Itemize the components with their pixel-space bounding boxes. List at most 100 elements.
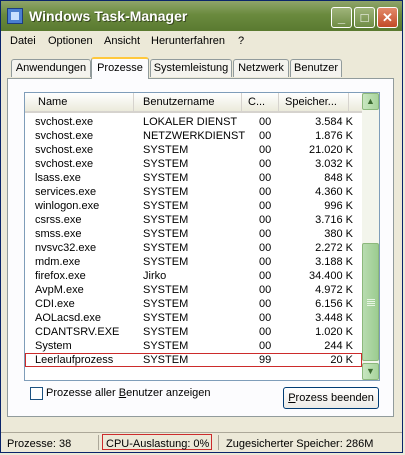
column-header-cpu[interactable]: C... bbox=[242, 93, 279, 111]
username-cell: SYSTEM bbox=[143, 228, 189, 240]
cpu-cell: 00 bbox=[259, 242, 272, 254]
username-cell: SYSTEM bbox=[143, 242, 189, 254]
cpu-cell: 00 bbox=[259, 144, 272, 156]
memory-cell: 1.876 K bbox=[315, 130, 353, 142]
process-name-cell: CDI.exe bbox=[35, 298, 75, 310]
tab-prozesse[interactable]: Prozesse bbox=[91, 57, 149, 79]
status-separator bbox=[218, 435, 219, 450]
table-row[interactable]: Leerlaufprozess SYSTEM 99 20 K bbox=[25, 353, 362, 367]
cpu-cell: 00 bbox=[259, 228, 272, 240]
table-row[interactable]: smss.exe SYSTEM 00 380 K bbox=[25, 227, 362, 241]
cpu-cell: 00 bbox=[259, 200, 272, 212]
username-cell: SYSTEM bbox=[143, 200, 189, 212]
username-cell: SYSTEM bbox=[143, 214, 189, 226]
username-cell: SYSTEM bbox=[143, 340, 189, 352]
process-rows: svchost.exe LOKALER DIENST 00 3.584 Ksvchos… bbox=[25, 115, 362, 367]
table-row[interactable]: csrss.exe SYSTEM 00 3.716 K bbox=[25, 213, 362, 227]
cpu-cell: 00 bbox=[259, 172, 272, 184]
status-cpu-usage: CPU-Auslastung: 0% bbox=[106, 438, 210, 450]
menu-ansicht[interactable]: Ansicht bbox=[104, 35, 140, 47]
tab-systemleistung[interactable]: Systemleistung bbox=[150, 59, 232, 77]
vertical-scrollbar[interactable]: ▲ ▼ bbox=[362, 93, 379, 380]
table-row[interactable]: mdm.exe SYSTEM 00 3.188 K bbox=[25, 255, 362, 269]
minimize-button[interactable]: _ bbox=[331, 7, 352, 28]
process-name-cell: services.exe bbox=[35, 186, 97, 198]
table-row[interactable]: svchost.exe LOKALER DIENST 00 3.584 K bbox=[25, 115, 362, 129]
process-name-cell: lsass.exe bbox=[35, 172, 81, 184]
memory-cell: 4.360 K bbox=[315, 186, 353, 198]
memory-cell: 380 K bbox=[324, 228, 353, 240]
table-row[interactable]: lsass.exe SYSTEM 00 848 K bbox=[25, 171, 362, 185]
grip-line bbox=[367, 299, 375, 300]
menu-herunterfahren[interactable]: Herunterfahren bbox=[151, 35, 225, 47]
table-row[interactable]: nvsvc32.exe SYSTEM 00 2.272 K bbox=[25, 241, 362, 255]
table-row[interactable]: CDANTSRV.EXE SYSTEM 00 1.020 K bbox=[25, 325, 362, 339]
menu-bar: Datei Optionen Ansicht Herunterfahren ? bbox=[1, 31, 402, 51]
username-cell: Jirko bbox=[143, 270, 167, 282]
username-cell: SYSTEM bbox=[143, 186, 189, 198]
table-row[interactable]: svchost.exe NETZWERKDIENST 00 1.876 K bbox=[25, 129, 362, 143]
task-manager-window: Windows Task-Manager _ □ ✕ Datei Optione… bbox=[0, 0, 403, 453]
memory-cell: 34.400 K bbox=[308, 270, 353, 282]
memory-cell: 3.584 K bbox=[315, 116, 353, 128]
table-row[interactable]: CDI.exe SYSTEM 00 6.156 K bbox=[25, 297, 362, 311]
cpu-cell: 00 bbox=[259, 158, 272, 170]
process-name-cell: svchost.exe bbox=[35, 144, 94, 156]
column-header-name[interactable]: Name bbox=[25, 93, 134, 111]
menu-optionen[interactable]: Optionen bbox=[48, 35, 93, 47]
memory-cell: 4.972 K bbox=[315, 284, 353, 296]
username-cell: SYSTEM bbox=[143, 284, 189, 296]
process-name-cell: AOLacsd.exe bbox=[35, 312, 102, 324]
label-part: enutzer anzeigen bbox=[126, 387, 211, 399]
tab-netzwerk[interactable]: Netzwerk bbox=[233, 59, 289, 77]
cpu-cell: 99 bbox=[259, 354, 272, 366]
process-name-cell: CDANTSRV.EXE bbox=[35, 326, 120, 338]
show-all-users-label: Prozesse aller Benutzer anzeigen bbox=[46, 387, 211, 399]
memory-cell: 1.020 K bbox=[315, 326, 353, 338]
process-name-cell: svchost.exe bbox=[35, 116, 94, 128]
username-cell: SYSTEM bbox=[143, 326, 189, 338]
cpu-cell: 00 bbox=[259, 312, 272, 324]
status-commit-charge: Zugesicherter Speicher: 286M bbox=[226, 438, 374, 450]
username-cell: SYSTEM bbox=[143, 144, 189, 156]
tab-benutzer[interactable]: Benutzer bbox=[290, 59, 342, 77]
username-cell: LOKALER DIENST bbox=[143, 116, 238, 128]
menu-datei[interactable]: Datei bbox=[10, 35, 36, 47]
scroll-up-icon[interactable]: ▲ bbox=[362, 93, 379, 110]
table-row[interactable]: System SYSTEM 00 244 K bbox=[25, 339, 362, 353]
table-row[interactable]: firefox.exe Jirko 00 34.400 K bbox=[25, 269, 362, 283]
memory-cell: 2.272 K bbox=[315, 242, 353, 254]
show-all-users-checkbox[interactable] bbox=[30, 387, 43, 400]
column-header-memory[interactable]: Speicher... bbox=[279, 93, 349, 111]
table-row[interactable]: services.exe SYSTEM 00 4.360 K bbox=[25, 185, 362, 199]
table-row[interactable]: AOLacsd.exe SYSTEM 00 3.448 K bbox=[25, 311, 362, 325]
menu-help[interactable]: ? bbox=[238, 35, 244, 47]
table-row[interactable]: AvpM.exe SYSTEM 00 4.972 K bbox=[25, 283, 362, 297]
process-list[interactable]: Name Benutzername C... Speicher... svcho… bbox=[24, 92, 380, 381]
end-process-button[interactable]: Prozess beenden bbox=[283, 387, 379, 409]
cpu-cell: 00 bbox=[259, 326, 272, 338]
process-name-cell: winlogon.exe bbox=[35, 200, 100, 212]
memory-cell: 3.032 K bbox=[315, 158, 353, 170]
maximize-button[interactable]: □ bbox=[354, 7, 375, 28]
cpu-cell: 00 bbox=[259, 284, 272, 296]
process-name-cell: smss.exe bbox=[35, 228, 82, 240]
cpu-cell: 00 bbox=[259, 116, 272, 128]
title-bar[interactable]: Windows Task-Manager _ □ ✕ bbox=[1, 1, 402, 31]
process-name-cell: svchost.exe bbox=[35, 158, 94, 170]
table-row[interactable]: svchost.exe SYSTEM 00 21.020 K bbox=[25, 143, 362, 157]
table-row[interactable]: svchost.exe SYSTEM 00 3.032 K bbox=[25, 157, 362, 171]
tab-anwendungen[interactable]: Anwendungen bbox=[11, 59, 91, 77]
scroll-down-icon[interactable]: ▼ bbox=[362, 363, 379, 380]
cpu-cell: 00 bbox=[259, 186, 272, 198]
column-header-username[interactable]: Benutzername bbox=[134, 93, 242, 111]
label-accelerator: B bbox=[118, 387, 127, 399]
close-button[interactable]: ✕ bbox=[377, 7, 398, 28]
table-row[interactable]: winlogon.exe SYSTEM 00 996 K bbox=[25, 199, 362, 213]
memory-cell: 244 K bbox=[324, 340, 353, 352]
status-process-count: Prozesse: 38 bbox=[7, 438, 72, 450]
username-cell: SYSTEM bbox=[143, 172, 189, 184]
scroll-thumb[interactable] bbox=[362, 243, 379, 361]
grip-line bbox=[367, 303, 375, 304]
process-name-cell: mdm.exe bbox=[35, 256, 81, 268]
